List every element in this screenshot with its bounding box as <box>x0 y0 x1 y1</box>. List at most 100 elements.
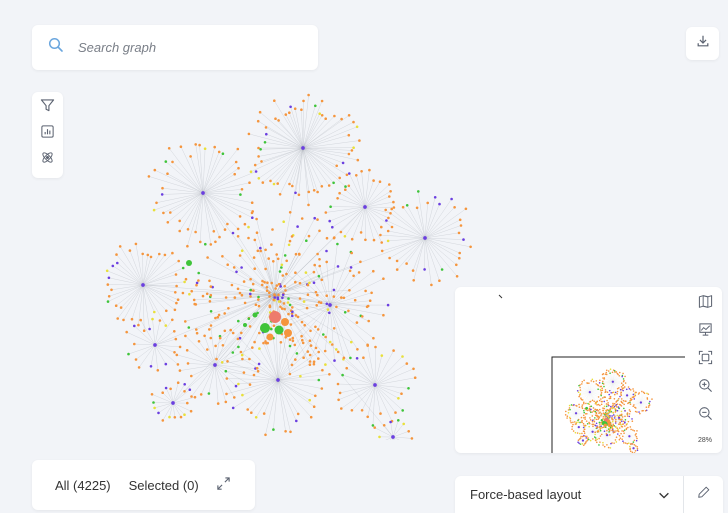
graph-node <box>178 369 182 372</box>
minimap-node <box>603 396 606 398</box>
graph-node <box>320 185 324 188</box>
minimap-node <box>591 378 594 381</box>
zoom-out-button[interactable] <box>696 407 714 425</box>
minimap-node <box>624 421 626 423</box>
minimap-node <box>595 422 598 425</box>
all-nodes-count[interactable]: All (4225) <box>55 478 111 493</box>
graph-edge <box>138 344 156 368</box>
graph-node <box>176 363 180 366</box>
graph-node <box>175 284 178 288</box>
map-view-button[interactable] <box>696 295 714 313</box>
minimap-node <box>619 437 622 439</box>
zoom-in-button[interactable] <box>696 379 714 397</box>
graph-edge <box>154 344 179 365</box>
graph-node <box>438 202 441 206</box>
minimap-node <box>617 430 620 433</box>
minimap-node <box>609 395 612 398</box>
minimap-toolbar: 28% <box>693 295 717 444</box>
graph-node <box>195 281 199 285</box>
minimap-node <box>620 393 622 395</box>
minimap-node <box>620 405 623 407</box>
graph-node <box>294 252 298 256</box>
minimap-node <box>626 415 629 417</box>
minimap-edge <box>633 396 641 403</box>
graph-node <box>347 184 351 188</box>
graph-edge <box>172 397 196 404</box>
graph-node <box>401 355 404 358</box>
download-button[interactable] <box>686 27 719 60</box>
graph-node <box>231 351 235 354</box>
minimap-node <box>598 399 601 402</box>
expand-button[interactable] <box>215 476 233 494</box>
graph-node <box>209 310 213 313</box>
selected-nodes-count[interactable]: Selected (0) <box>129 478 199 493</box>
graph-edge <box>337 383 376 386</box>
graph-canvas[interactable] <box>95 75 485 440</box>
graph-node <box>287 297 290 300</box>
graph-node <box>328 311 331 315</box>
minimap-node <box>629 445 631 448</box>
minimap-node <box>616 406 618 408</box>
graph-node <box>280 263 284 267</box>
graph-node <box>174 273 178 276</box>
fit-screen-button[interactable] <box>696 350 714 369</box>
graph-edge <box>107 284 144 302</box>
graph-node <box>289 105 292 109</box>
minimap-node <box>586 423 589 425</box>
minimap-node <box>581 404 584 406</box>
minimap-edge <box>589 380 597 393</box>
minimap-edge <box>630 400 641 403</box>
graph-node <box>266 281 269 284</box>
graph-node <box>122 318 125 322</box>
graph-edge <box>367 384 376 417</box>
molecule-button[interactable] <box>38 150 58 170</box>
graph-edge <box>251 379 279 413</box>
graph-node <box>335 164 338 168</box>
minimap-node <box>622 440 624 443</box>
minimap-node <box>633 429 636 432</box>
graph-node <box>258 347 261 350</box>
graph-node <box>272 260 275 263</box>
graph-node <box>323 349 327 353</box>
graph-edge <box>424 225 462 239</box>
graph-node <box>397 419 400 422</box>
minimap-node <box>589 417 591 419</box>
minimap-edge <box>640 391 642 403</box>
filter-button[interactable] <box>38 98 58 118</box>
minimap[interactable] <box>455 287 685 453</box>
chart-view-button[interactable] <box>696 323 714 341</box>
minimap-node <box>607 402 609 404</box>
graph-edge <box>295 272 331 306</box>
graph-node <box>247 225 250 229</box>
graph-node <box>209 324 213 327</box>
graph-node <box>249 277 252 281</box>
graph-node <box>201 191 205 195</box>
search-box[interactable] <box>32 25 318 70</box>
statistics-button[interactable] <box>38 124 58 144</box>
layout-select[interactable]: Force-based layout <box>455 476 683 513</box>
graph-node <box>290 235 294 238</box>
edit-layout-button[interactable] <box>684 476 723 513</box>
minimap-node <box>611 420 614 423</box>
graph-node <box>214 240 217 244</box>
graph-edge <box>162 188 204 194</box>
minimap-node <box>634 393 636 395</box>
graph-node <box>221 344 225 347</box>
minimap-node <box>607 422 612 427</box>
graph-node <box>333 236 336 239</box>
graph-node <box>237 166 240 170</box>
graph-node <box>286 301 290 304</box>
graph-edge <box>214 364 251 385</box>
minimap-node <box>589 439 592 442</box>
minimap-node <box>607 412 610 414</box>
graph-edge <box>151 394 174 404</box>
graph-node <box>107 276 111 280</box>
search-input[interactable] <box>78 40 278 55</box>
minimap-node <box>599 441 601 443</box>
graph-node <box>254 416 258 419</box>
graph-node <box>233 396 236 399</box>
graph-edge <box>134 325 156 346</box>
graph-edge <box>380 234 426 239</box>
graph-node <box>186 362 190 365</box>
graph-node <box>231 231 235 235</box>
